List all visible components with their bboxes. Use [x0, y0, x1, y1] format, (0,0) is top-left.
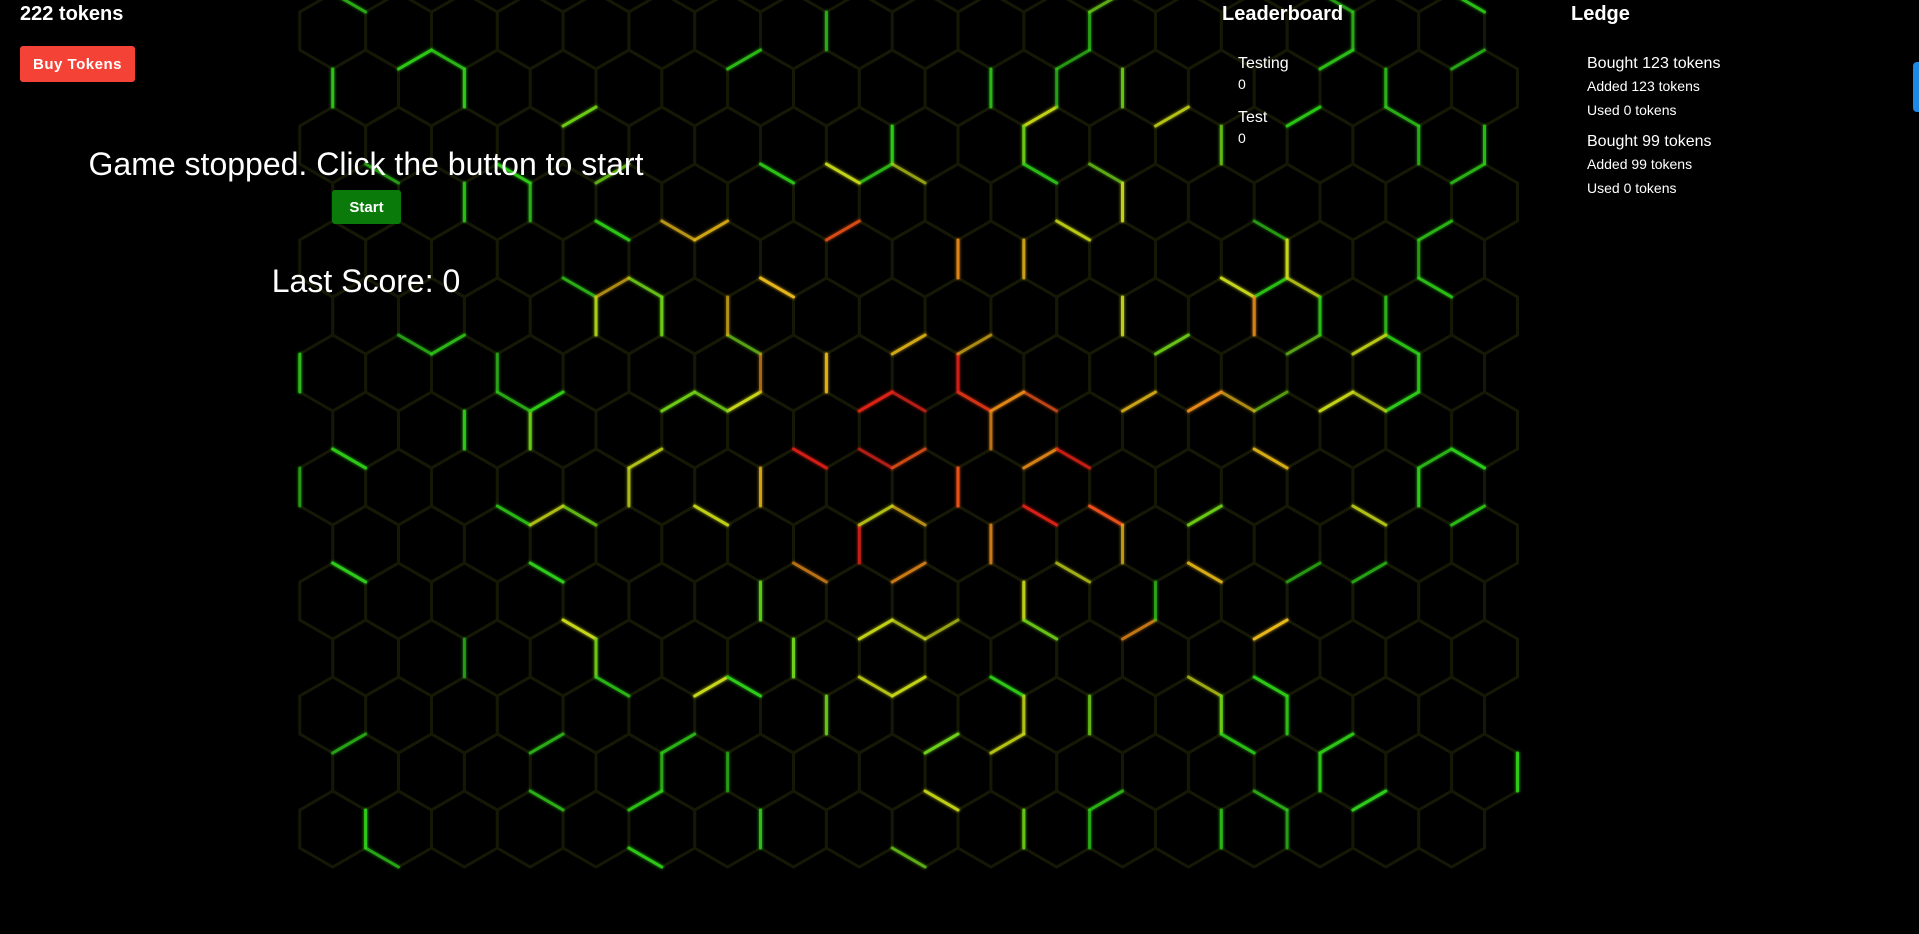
side-drawer-tab[interactable] [1913, 62, 1919, 112]
leaderboard-player-name: Testing [1238, 55, 1289, 72]
ledger-entry-added: Added 123 tokens [1587, 78, 1700, 94]
ledger-panel: Ledge Bought 123 tokens Added 123 tokens… [1571, 3, 1891, 210]
start-button[interactable]: Start [332, 190, 401, 224]
ledger-entry-title: Bought 123 tokens [1587, 55, 1721, 72]
buy-tokens-button[interactable]: Buy Tokens [20, 46, 135, 82]
leaderboard-heading: Leaderboard [1222, 3, 1344, 25]
token-count: 222 tokens [20, 3, 124, 25]
ledger-entry-added: Added 99 tokens [1587, 156, 1693, 172]
ledger-entry-title: Bought 99 tokens [1587, 133, 1712, 150]
ledger-entry: Bought 123 tokens Added 123 tokens Used … [1587, 54, 1891, 122]
game-status-message: Game stopped. Click the button to start [88, 146, 644, 182]
leaderboard-entry: Test 0 [1238, 108, 1542, 148]
leaderboard-player-score: 0 [1238, 130, 1246, 146]
ledger-entry-used: Used 0 tokens [1587, 180, 1677, 196]
leaderboard-player-name: Test [1238, 109, 1268, 126]
last-score: Last Score: 0 [271, 263, 461, 299]
ledger-heading: Ledge [1571, 3, 1630, 25]
leaderboard-panel: Leaderboard Testing 0 Test 0 [1222, 3, 1542, 162]
ledger-entry-used: Used 0 tokens [1587, 102, 1677, 118]
leaderboard-entry: Testing 0 [1238, 54, 1542, 94]
ledger-entry: Bought 99 tokens Added 99 tokens Used 0 … [1587, 132, 1891, 200]
leaderboard-player-score: 0 [1238, 76, 1246, 92]
